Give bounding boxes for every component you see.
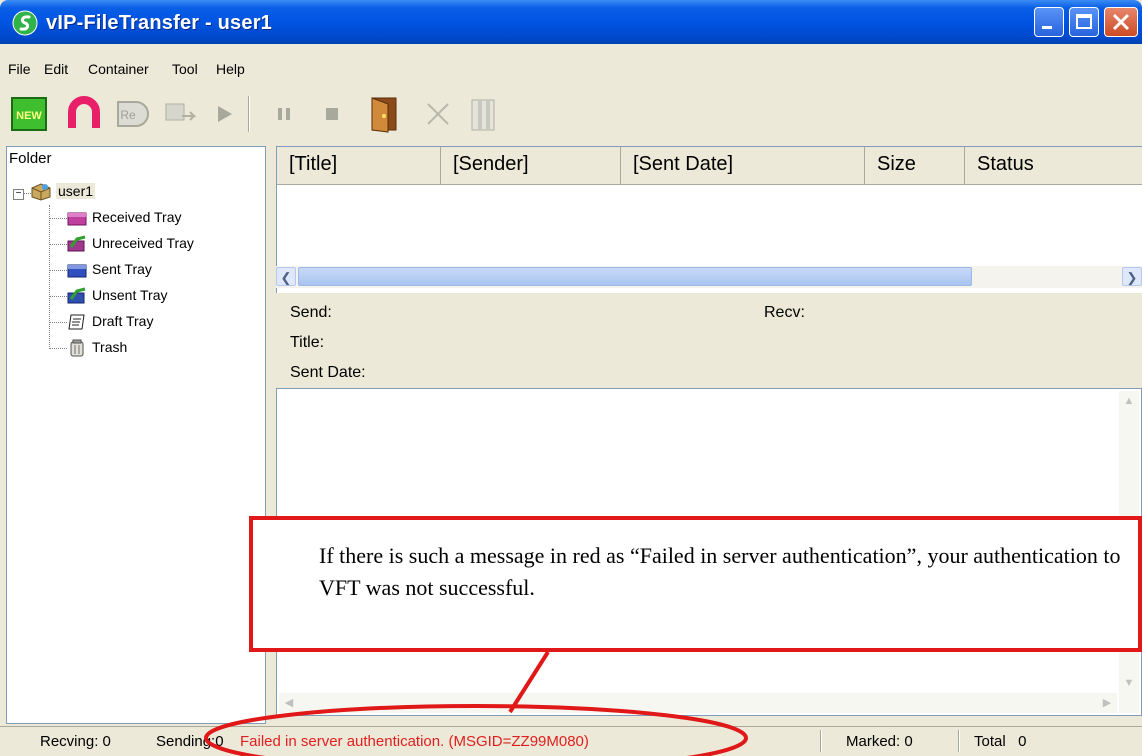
folder-label: Unsent Tray: [92, 287, 168, 303]
title-bar[interactable]: vIP-FileTransfer - user1: [0, 0, 1142, 44]
tree-root-label: user1: [56, 183, 96, 199]
folder-panel: Folder − user1 Received Tray Unreceived …: [6, 146, 266, 724]
folder-label: Sent Tray: [92, 261, 152, 277]
scroll-down-arrow-icon[interactable]: ▼: [1119, 673, 1139, 693]
status-divider: [820, 730, 821, 752]
tree-connector: [23, 193, 31, 194]
maximize-icon: [1076, 14, 1092, 29]
unsent-tray-icon: [67, 287, 86, 304]
status-bar: Recving: 0 Sending:0 Failed in server au…: [0, 726, 1142, 756]
resend-icon[interactable]: Re: [112, 94, 152, 134]
status-total: Total 0: [974, 733, 1027, 750]
tree-connector: [49, 244, 67, 245]
app-logo-icon: [12, 10, 38, 36]
menu-tool[interactable]: Tool: [172, 61, 198, 77]
list-horizontal-scrollbar[interactable]: ❮ ❯: [276, 266, 1142, 288]
sent-date-label: Sent Date:: [290, 364, 366, 381]
scroll-right-arrow-icon[interactable]: ❯: [1122, 267, 1142, 286]
title-label: Title:: [290, 334, 325, 351]
folder-header: Folder: [7, 147, 265, 171]
column-header-label: [Title]: [289, 153, 338, 175]
status-sending: Sending:0: [156, 733, 224, 750]
received-tray-icon: [67, 212, 87, 226]
folder-label: Draft Tray: [92, 313, 154, 329]
tree-connector: [49, 270, 67, 271]
stop-icon[interactable]: [312, 94, 352, 134]
column-header-label: Status: [977, 153, 1034, 175]
cube-icon: [31, 183, 51, 201]
scroll-up-arrow-icon[interactable]: ▲: [1119, 391, 1139, 411]
column-header-size[interactable]: Size: [865, 147, 965, 185]
play-icon[interactable]: [204, 94, 244, 134]
close-icon: [1112, 13, 1130, 31]
column-header-title[interactable]: [Title]: [277, 147, 441, 185]
status-recving: Recving: 0: [40, 733, 111, 750]
window-title: vIP-FileTransfer - user1: [46, 12, 273, 34]
recv-label: Recv:: [764, 304, 805, 321]
tree-connector: [49, 218, 67, 219]
exit-door-icon[interactable]: [364, 94, 404, 134]
folder-header-label: Folder: [9, 150, 52, 167]
column-header-sent-date[interactable]: [Sent Date]: [621, 147, 865, 185]
scroll-left-arrow-icon[interactable]: ❮: [276, 267, 296, 286]
pause-icon[interactable]: [264, 94, 304, 134]
new-icon[interactable]: NEW: [10, 94, 50, 134]
maximize-button[interactable]: [1069, 7, 1099, 37]
menu-file[interactable]: File: [8, 61, 31, 77]
body-horizontal-scrollbar[interactable]: ◀ ▶: [279, 693, 1117, 713]
scroll-right-arrow-icon[interactable]: ▶: [1097, 693, 1117, 713]
scroll-left-arrow-icon[interactable]: ◀: [279, 693, 299, 713]
column-header-label: [Sent Date]: [633, 153, 734, 175]
folder-label: Unreceived Tray: [92, 235, 194, 251]
app-window: vIP-FileTransfer - user1 File Edit Conta…: [0, 0, 1142, 756]
message-detail-header: Send: Recv: Title: Sent Date:: [276, 292, 1142, 388]
close-button[interactable]: [1104, 7, 1138, 37]
tree-connector: [49, 296, 67, 297]
tree-expander[interactable]: −: [13, 189, 24, 200]
folder-label: Received Tray: [92, 209, 182, 225]
delete-x-icon[interactable]: [418, 94, 458, 134]
tree-connector: [49, 322, 67, 323]
svg-text:NEW: NEW: [16, 110, 42, 122]
column-header-label: [Sender]: [453, 153, 529, 175]
forward-icon[interactable]: [160, 94, 200, 134]
trash-icon: [70, 339, 84, 357]
tree-connector: [49, 348, 67, 349]
refresh-icon[interactable]: [64, 94, 104, 134]
annotation-text: If there is such a message in red as “Fa…: [319, 543, 1121, 600]
annotation-callout: If there is such a message in red as “Fa…: [249, 516, 1142, 652]
toolbar: NEW Re: [0, 90, 1142, 142]
minimize-button[interactable]: [1034, 7, 1064, 37]
minimize-icon: [1042, 26, 1052, 29]
status-marked: Marked: 0: [846, 733, 913, 750]
status-divider: [958, 730, 959, 752]
folder-label: Trash: [92, 339, 128, 355]
archive-icon[interactable]: [464, 94, 504, 134]
column-header-status[interactable]: Status: [965, 147, 1142, 185]
menu-edit[interactable]: Edit: [44, 61, 68, 77]
send-label: Send:: [290, 304, 332, 321]
menu-container[interactable]: Container: [88, 61, 149, 77]
menu-help[interactable]: Help: [216, 61, 245, 77]
status-error-message: Failed in server authentication. (MSGID=…: [240, 733, 589, 750]
column-header-label: Size: [877, 153, 916, 175]
toolbar-separator: [248, 96, 249, 132]
column-header-sender[interactable]: [Sender]: [441, 147, 621, 185]
menu-bar: File Edit Container Tool Help: [0, 58, 1142, 84]
sent-tray-icon: [67, 264, 87, 278]
svg-text:Re: Re: [120, 108, 136, 122]
unreceived-tray-icon: [67, 235, 86, 252]
tree-connector: [49, 205, 50, 349]
scroll-thumb[interactable]: [298, 267, 972, 286]
draft-tray-icon: [68, 314, 85, 330]
